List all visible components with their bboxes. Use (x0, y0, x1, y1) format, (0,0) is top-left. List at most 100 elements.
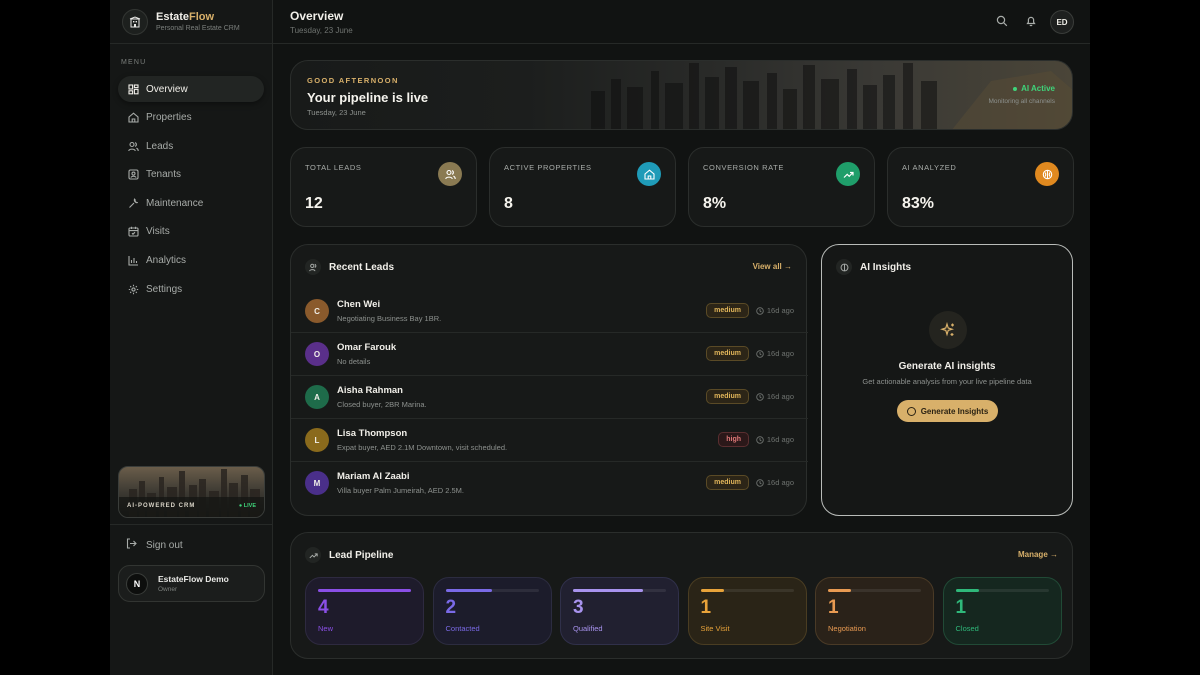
panel-title: AI Insights (860, 261, 912, 273)
brain-icon (836, 259, 852, 275)
clock-icon (756, 435, 764, 444)
brand[interactable]: EstateFlow Personal Real Estate CRM (110, 0, 272, 44)
panel-header: Recent Leads (305, 259, 394, 275)
stat-value: 8 (504, 195, 513, 212)
stage-count: 3 (573, 597, 584, 618)
lead-pipeline-panel: Lead Pipeline Manage → 4 New 2 Contacted… (290, 532, 1073, 659)
sidebar-item-label: Properties (146, 112, 192, 124)
home-icon (637, 162, 661, 186)
live-badge: ● LIVE (238, 503, 256, 509)
home-icon (127, 112, 139, 124)
sidebar-item-label: Tenants (146, 169, 182, 181)
manage-link[interactable]: Manage → (1018, 550, 1058, 559)
view-all-link[interactable]: View all → (753, 262, 792, 271)
lead-row[interactable]: O Omar Farouk No details medium 16d ago (291, 333, 808, 376)
stage-count: 2 (445, 597, 457, 618)
stage-progress-fill (700, 589, 724, 592)
lead-time: 16d ago (756, 306, 794, 315)
bar-chart-icon (127, 255, 139, 267)
sidebar-nav: Overview Properties Leads Tenants Mainte… (110, 76, 272, 302)
lead-row[interactable]: M Mariam Al Zaabi Villa buyer Palm Jumei… (291, 462, 808, 505)
priority-badge: medium (706, 346, 749, 361)
logout-icon (126, 538, 137, 552)
sign-out-button[interactable]: Sign out (126, 538, 183, 552)
sidebar-item-settings[interactable]: Settings (118, 276, 264, 302)
lead-row[interactable]: L Lisa Thompson Expat buyer, AED 2.1M Do… (291, 419, 808, 462)
lead-avatar: O (305, 342, 329, 366)
sidebar-item-maintenance[interactable]: Maintenance (118, 190, 264, 216)
lead-note: No details (337, 357, 371, 366)
sidebar-item-label: Leads (146, 140, 174, 152)
panel-header: Lead Pipeline (305, 547, 393, 563)
sidebar-item-visits[interactable]: Visits (118, 219, 264, 245)
bell-icon[interactable] (1025, 15, 1037, 27)
greeting: GOOD AFTERNOON (307, 76, 399, 85)
ai-status: AI Active (1013, 84, 1055, 93)
promo-card: AI-POWERED CRM ● LIVE (118, 466, 265, 518)
stat-value: 83% (902, 195, 935, 212)
stage-count: 1 (700, 597, 712, 618)
lead-note: Expat buyer, AED 2.1M Downtown, visit sc… (337, 443, 508, 452)
lead-avatar: A (305, 385, 329, 409)
pipeline-stage-qualified[interactable]: 3 Qualified (560, 577, 679, 645)
lead-avatar: L (305, 428, 329, 452)
sidebar-item-label: Visits (146, 226, 170, 238)
priority-badge: medium (706, 303, 749, 318)
sidebar-item-tenants[interactable]: Tenants (118, 162, 264, 188)
pipeline-stage-new[interactable]: 4 New (305, 577, 424, 645)
sidebar-item-leads[interactable]: Leads (118, 133, 264, 159)
app-window: EstateFlow Personal Real Estate CRM MENU… (110, 0, 1090, 675)
lead-avatar: M (305, 471, 329, 495)
recent-leads-panel: Recent Leads View all → C Chen Wei Negot… (290, 244, 808, 516)
page-title: Overview (290, 9, 344, 23)
stage-progress-fill (828, 589, 852, 592)
brain-icon (1035, 162, 1059, 186)
lead-name: Mariam Al Zaabi (337, 471, 410, 482)
pipeline-stage-negotiation[interactable]: 1 Negotiation (815, 577, 934, 645)
trending-up-icon (305, 547, 321, 563)
stage-progress-fill (445, 589, 492, 592)
stat-card-active-properties[interactable]: ACTIVE PROPERTIES 8 (489, 147, 676, 227)
lead-time: 16d ago (756, 478, 794, 487)
sidebar-item-overview[interactable]: Overview (118, 76, 264, 102)
clock-icon (756, 478, 764, 487)
sidebar-divider (110, 524, 272, 525)
users-icon (438, 162, 462, 186)
lead-name: Chen Wei (337, 299, 381, 310)
sidebar-item-label: Settings (146, 283, 183, 295)
priority-badge: high (718, 432, 749, 447)
lead-row[interactable]: C Chen Wei Negotiating Business Bay 1BR.… (291, 290, 808, 333)
stage-label: Contacted (445, 624, 480, 633)
pipeline-stage-site-visit[interactable]: 1 Site Visit (687, 577, 807, 645)
sidebar-item-analytics[interactable]: Analytics (118, 248, 264, 274)
trending-up-icon (836, 162, 860, 186)
panel-header: AI Insights (836, 259, 911, 275)
skyline-image (119, 469, 264, 517)
lead-name: Omar Farouk (337, 342, 397, 353)
stat-card-total-leads[interactable]: TOTAL LEADS 12 (290, 147, 477, 227)
clock-icon (756, 392, 764, 401)
id-card-icon (127, 169, 139, 181)
sidebar: EstateFlow Personal Real Estate CRM MENU… (110, 0, 273, 675)
gear-icon (127, 283, 139, 295)
user-card[interactable]: N EstateFlow Demo Owner (118, 565, 265, 602)
stat-card-conversion-rate[interactable]: CONVERSION RATE 8% (688, 147, 875, 227)
user-avatar-button[interactable]: ED (1050, 10, 1074, 34)
stage-label: Negotiation (828, 624, 866, 633)
panel-title: Recent Leads (329, 261, 395, 273)
stage-count: 4 (318, 597, 329, 618)
lead-time: 16d ago (756, 435, 794, 444)
status-dot (1013, 86, 1018, 91)
lead-name: Lisa Thompson (337, 428, 408, 439)
sidebar-item-properties[interactable]: Properties (118, 105, 264, 131)
insights-heading: Generate AI insights (898, 361, 996, 372)
lead-name: Aisha Rahman (337, 385, 403, 396)
stage-label: Closed (955, 624, 979, 633)
pipeline-stage-contacted[interactable]: 2 Contacted (432, 577, 552, 645)
search-icon[interactable] (996, 15, 1008, 27)
pipeline-stage-closed[interactable]: 1 Closed (942, 577, 1062, 645)
generate-insights-button[interactable]: Generate Insights (897, 400, 998, 422)
panel-title: Lead Pipeline (329, 549, 394, 561)
stat-card-ai-analyzed[interactable]: AI ANALYZED 83% (887, 147, 1074, 227)
lead-row[interactable]: A Aisha Rahman Closed buyer, 2BR Marina.… (291, 376, 808, 419)
